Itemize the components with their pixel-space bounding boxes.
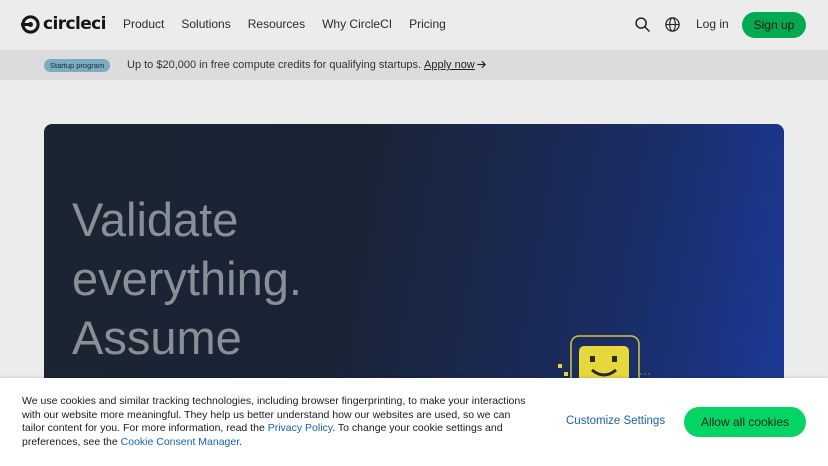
search-icon[interactable] bbox=[634, 16, 651, 33]
apply-now-link[interactable]: Apply now bbox=[424, 59, 475, 71]
login-link[interactable]: Log in bbox=[696, 17, 729, 31]
privacy-policy-link[interactable]: Privacy Policy bbox=[268, 422, 333, 434]
site-header: circleci Product Solutions Resources Why… bbox=[0, 0, 828, 50]
hero-headline-line-2: everything. bbox=[72, 252, 302, 305]
nav-product[interactable]: Product bbox=[123, 17, 164, 31]
customize-settings-button[interactable]: Customize Settings bbox=[566, 415, 665, 427]
cookie-text-part-3: . bbox=[239, 435, 243, 448]
nav-resources[interactable]: Resources bbox=[248, 17, 305, 31]
nav-why-circleci[interactable]: Why CircleCI bbox=[322, 17, 392, 31]
promo-text: Up to $20,000 in free compute credits fo… bbox=[127, 59, 422, 71]
nav-pricing[interactable]: Pricing bbox=[409, 17, 446, 31]
cookie-consent-manager-link[interactable]: Cookie Consent Manager bbox=[121, 436, 240, 448]
circleci-logo-icon bbox=[21, 14, 40, 34]
logo-text: circleci bbox=[43, 14, 106, 34]
hero-headline-line-3: Assume bbox=[72, 311, 242, 364]
cookie-message: We use cookies and similar tracking tech… bbox=[22, 395, 532, 449]
hero-headline-line-1: Validate bbox=[72, 193, 239, 246]
globe-icon[interactable] bbox=[664, 16, 681, 33]
startup-badge: Startup program bbox=[44, 59, 111, 72]
main-nav: Product Solutions Resources Why CircleCI… bbox=[123, 17, 463, 31]
allow-all-cookies-button[interactable]: Allow all cookies bbox=[684, 407, 806, 437]
logo[interactable]: circleci bbox=[21, 14, 106, 34]
nav-solutions[interactable]: Solutions bbox=[181, 17, 230, 31]
arrow-right-icon bbox=[477, 60, 487, 69]
signup-button[interactable]: Sign up bbox=[742, 12, 806, 38]
